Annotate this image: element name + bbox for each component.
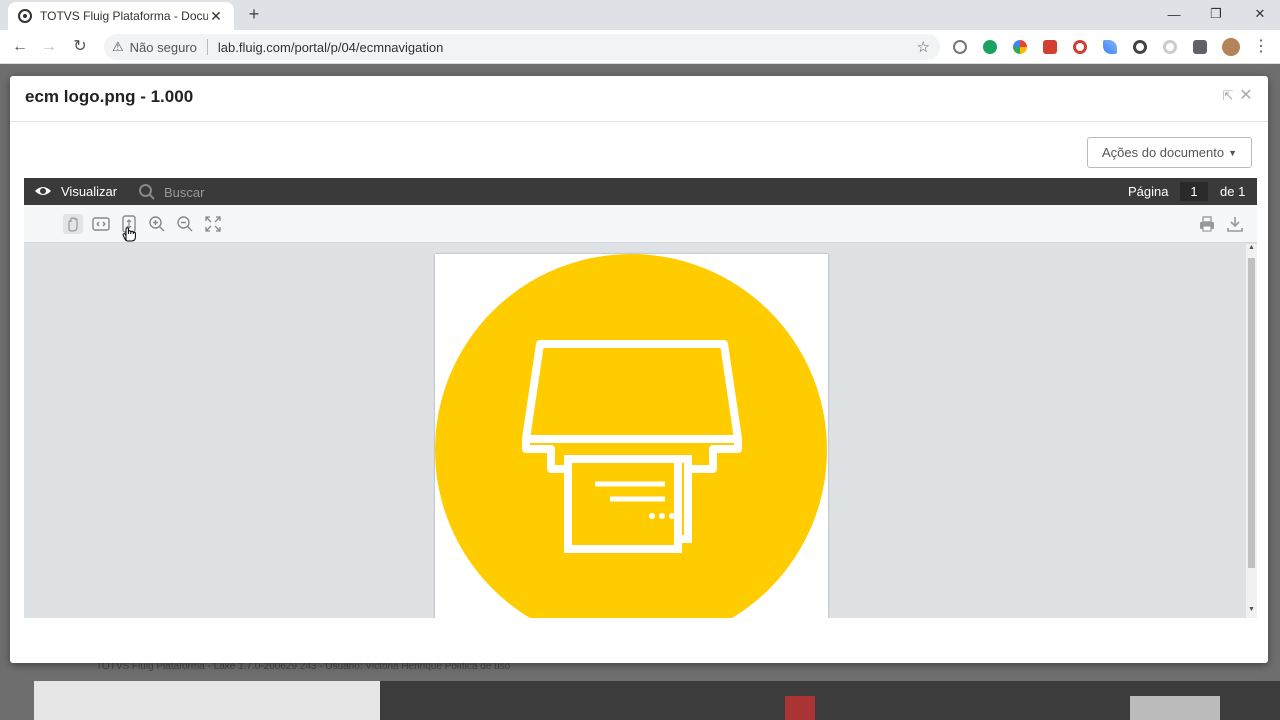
extension-green-icon[interactable] — [983, 40, 997, 54]
browser-tabstrip: TOTVS Fluig Plataforma - Docum ✕ + — ❐ ✕ — [0, 0, 1280, 30]
print-icon[interactable] — [1197, 214, 1217, 234]
external-window-icon[interactable]: ⇱ — [1220, 88, 1236, 104]
viewer-topbar: Visualizar Página de 1 — [24, 178, 1257, 205]
warning-icon: ⚠ — [112, 39, 124, 54]
page-number-input[interactable] — [1180, 182, 1208, 201]
scrollbar-thumb[interactable] — [1248, 258, 1255, 568]
extension-google-icon[interactable] — [1013, 40, 1027, 54]
hand-tool-icon[interactable] — [63, 214, 83, 234]
taskbar-block — [34, 681, 380, 720]
browser-toolbar: ← → ↻ ⚠ Não seguro lab.fluig.com/portal/… — [0, 30, 1280, 64]
back-arrow-icon[interactable]: ← — [9, 36, 31, 58]
menu-dots-icon[interactable]: ⋮ — [1250, 36, 1272, 58]
document-modal: ecm logo.png - 1.000 ⇱ ✕ Ações do docume… — [10, 76, 1268, 663]
zoom-out-icon[interactable] — [175, 214, 195, 234]
document-actions-label: Ações do documento — [1101, 145, 1225, 160]
url-text[interactable]: lab.fluig.com/portal/p/04/ecmnavigation — [218, 40, 917, 55]
security-label: Não seguro — [129, 39, 197, 55]
zoom-in-icon[interactable] — [147, 214, 167, 234]
document-canvas[interactable] — [24, 244, 1246, 618]
new-tab-button[interactable]: + — [244, 4, 264, 24]
profile-avatar[interactable] — [1222, 38, 1240, 56]
fit-width-icon[interactable] — [91, 214, 111, 234]
extension-s-icon[interactable] — [1043, 40, 1057, 54]
reload-icon[interactable]: ↻ — [69, 36, 91, 58]
extensions-puzzle-icon[interactable] — [1193, 40, 1207, 54]
close-icon[interactable]: ✕ — [1238, 88, 1254, 104]
minimize-button[interactable]: — — [1152, 0, 1196, 28]
search-icon — [139, 184, 155, 200]
caret-down-icon: ▼ — [1228, 147, 1238, 158]
modal-header: ecm logo.png - 1.000 ⇱ ✕ — [10, 76, 1268, 122]
scroll-down-icon[interactable]: ▼ — [1246, 606, 1257, 616]
extension-pen-icon[interactable] — [1103, 40, 1117, 54]
forward-arrow-icon[interactable]: → — [38, 36, 60, 58]
search-input[interactable] — [164, 183, 324, 201]
taskbar-block — [1130, 696, 1220, 720]
restore-button[interactable]: ❐ — [1194, 0, 1238, 28]
eye-icon — [35, 187, 51, 195]
document-actions-button[interactable]: Ações do documento ▼ — [1087, 137, 1252, 168]
extension-grey-icon[interactable] — [1163, 40, 1177, 54]
taskbar-block — [785, 696, 815, 720]
window-close-button[interactable]: ✕ — [1238, 0, 1280, 28]
extension-history-icon[interactable] — [953, 40, 967, 54]
tab-close-icon[interactable]: ✕ — [208, 8, 224, 25]
document-viewer: Visualizar Página de 1 — [24, 178, 1257, 618]
viewer-scrollbar[interactable]: ▲ ▼ — [1246, 244, 1257, 618]
view-mode-label[interactable]: Visualizar — [61, 184, 117, 199]
ecm-logo-image — [435, 254, 827, 618]
extension-circle-icon[interactable] — [1133, 40, 1147, 54]
hand-cursor-icon — [122, 227, 136, 242]
scroll-up-icon[interactable]: ▲ — [1246, 244, 1257, 254]
fluig-favicon-icon — [18, 9, 32, 23]
address-bar[interactable]: ⚠ Não seguro lab.fluig.com/portal/p/04/e… — [104, 34, 940, 60]
download-icon[interactable] — [1225, 214, 1245, 234]
viewer-toolbar — [24, 205, 1257, 243]
tab-title: TOTVS Fluig Plataforma - Docum — [40, 9, 208, 23]
bookmark-star-icon[interactable]: ☆ — [917, 38, 930, 56]
extension-red-ring-icon[interactable] — [1073, 40, 1087, 54]
page-label: Página — [1128, 184, 1169, 199]
document-page — [435, 254, 828, 618]
modal-title: ecm logo.png - 1.000 — [25, 87, 194, 106]
page-total: de 1 — [1220, 184, 1246, 199]
fullscreen-icon[interactable] — [203, 214, 223, 234]
browser-tab[interactable]: TOTVS Fluig Plataforma - Docum ✕ — [8, 2, 234, 30]
address-divider — [206, 39, 208, 55]
